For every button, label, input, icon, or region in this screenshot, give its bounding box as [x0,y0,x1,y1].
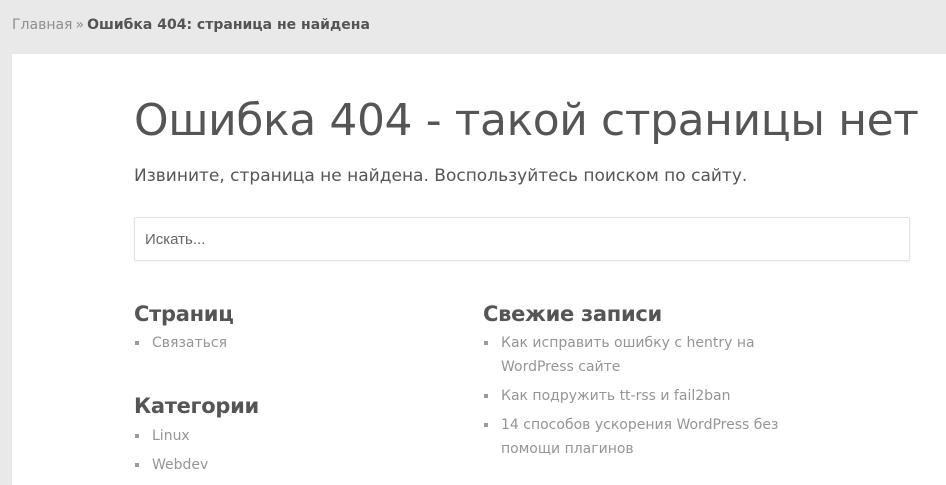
recent-post-link[interactable]: Как подружить tt-rss и fail2ban [501,388,730,404]
bullet-icon [135,341,139,345]
list-item: Linux [134,424,434,448]
pages-widget: Страниц Связаться [134,300,434,355]
recent-post-link[interactable]: 14 способов ускорения WordPress без помо… [501,417,778,457]
pages-list: Связаться [134,331,434,355]
bullet-icon [484,341,488,345]
breadcrumb: Главная» Ошибка 404: страница не найдена [12,15,370,35]
pages-widget-title: Страниц [134,302,234,326]
categories-widget: Категории Linux Webdev [134,392,434,482]
page-title: Ошибка 404 - такой страницы нет [134,95,919,146]
category-link-webdev[interactable]: Webdev [152,457,208,473]
list-item: 14 способов ускорения WordPress без помо… [483,413,783,461]
bullet-icon [484,394,488,398]
list-item: Как подружить tt-rss и fail2ban [483,384,783,408]
search-box [134,217,910,261]
categories-list: Linux Webdev [134,424,434,477]
list-item: Связаться [134,331,434,355]
search-input[interactable] [135,218,909,260]
list-item: Webdev [134,453,434,477]
breadcrumb-home-link[interactable]: Главная [12,17,72,33]
breadcrumb-current: Ошибка 404: страница не найдена [87,17,370,33]
recent-posts-widget: Свежие записи Как исправить ошибку с hen… [483,300,783,466]
error-message: Извините, страница не найдена. Воспользу… [134,166,748,186]
categories-widget-title: Категории [134,394,259,418]
bullet-icon [484,423,488,427]
bullet-icon [135,463,139,467]
category-link-linux[interactable]: Linux [152,428,190,444]
content-panel: Ошибка 404 - такой страницы нет Извините… [12,54,946,485]
page-link-contact[interactable]: Связаться [152,335,227,351]
recent-posts-list: Как исправить ошибку с hentry на WordPre… [483,331,783,461]
list-item: Как исправить ошибку с hentry на WordPre… [483,331,783,379]
recent-post-link[interactable]: Как исправить ошибку с hentry на WordPre… [501,335,755,375]
bullet-icon [135,434,139,438]
breadcrumb-separator: » [75,17,85,33]
recent-posts-widget-title: Свежие записи [483,302,662,326]
